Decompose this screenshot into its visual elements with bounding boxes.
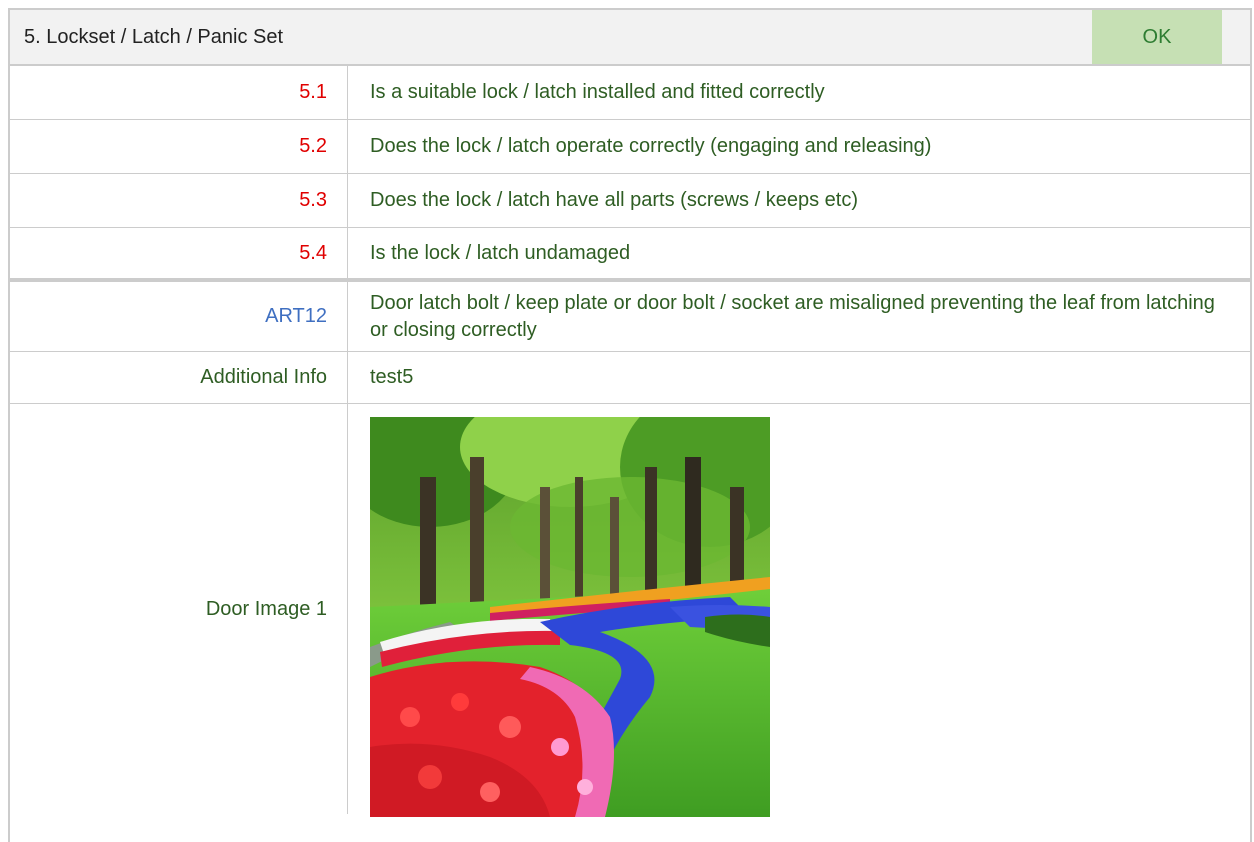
defect-row: ART12 Door latch bolt / keep plate or do… xyxy=(10,282,1250,352)
additional-info-row: Additional Info test5 xyxy=(10,352,1250,404)
check-number: 5.4 xyxy=(10,228,348,278)
defect-code: ART12 xyxy=(10,282,348,351)
door-photo-icon[interactable] xyxy=(370,417,770,817)
check-question: Does the lock / latch operate correctly … xyxy=(370,135,932,157)
section-header: 5. Lockset / Latch / Panic Set OK xyxy=(10,10,1250,66)
check-row-5-1: 5.1 Is a suitable lock / latch installed… xyxy=(10,66,1250,120)
additional-info-label: Additional Info xyxy=(10,352,348,403)
check-number: 5.1 xyxy=(10,66,348,119)
check-row-5-2: 5.2 Does the lock / latch operate correc… xyxy=(10,120,1250,174)
check-number: 5.3 xyxy=(10,174,348,227)
check-question: Does the lock / latch have all parts (sc… xyxy=(370,189,858,211)
section-title: 5. Lockset / Latch / Panic Set xyxy=(24,26,284,48)
door-image-label: Door Image 1 xyxy=(10,404,348,814)
inspection-section: 5. Lockset / Latch / Panic Set OK 5.1 Is… xyxy=(8,8,1252,842)
additional-info-value: test5 xyxy=(370,366,414,388)
door-image-row: Door Image 1 xyxy=(10,404,1250,817)
check-question: Is the lock / latch undamaged xyxy=(370,241,631,264)
check-number: 5.2 xyxy=(10,120,348,173)
defect-description: Door latch bolt / keep plate or door bol… xyxy=(370,291,1215,341)
door-image-cell xyxy=(348,404,1250,817)
check-row-5-3: 5.3 Does the lock / latch have all parts… xyxy=(10,174,1250,228)
check-row-5-4: 5.4 Is the lock / latch undamaged xyxy=(10,228,1250,282)
status-badge[interactable]: OK xyxy=(1092,10,1222,64)
check-question: Is a suitable lock / latch installed and… xyxy=(370,81,825,103)
